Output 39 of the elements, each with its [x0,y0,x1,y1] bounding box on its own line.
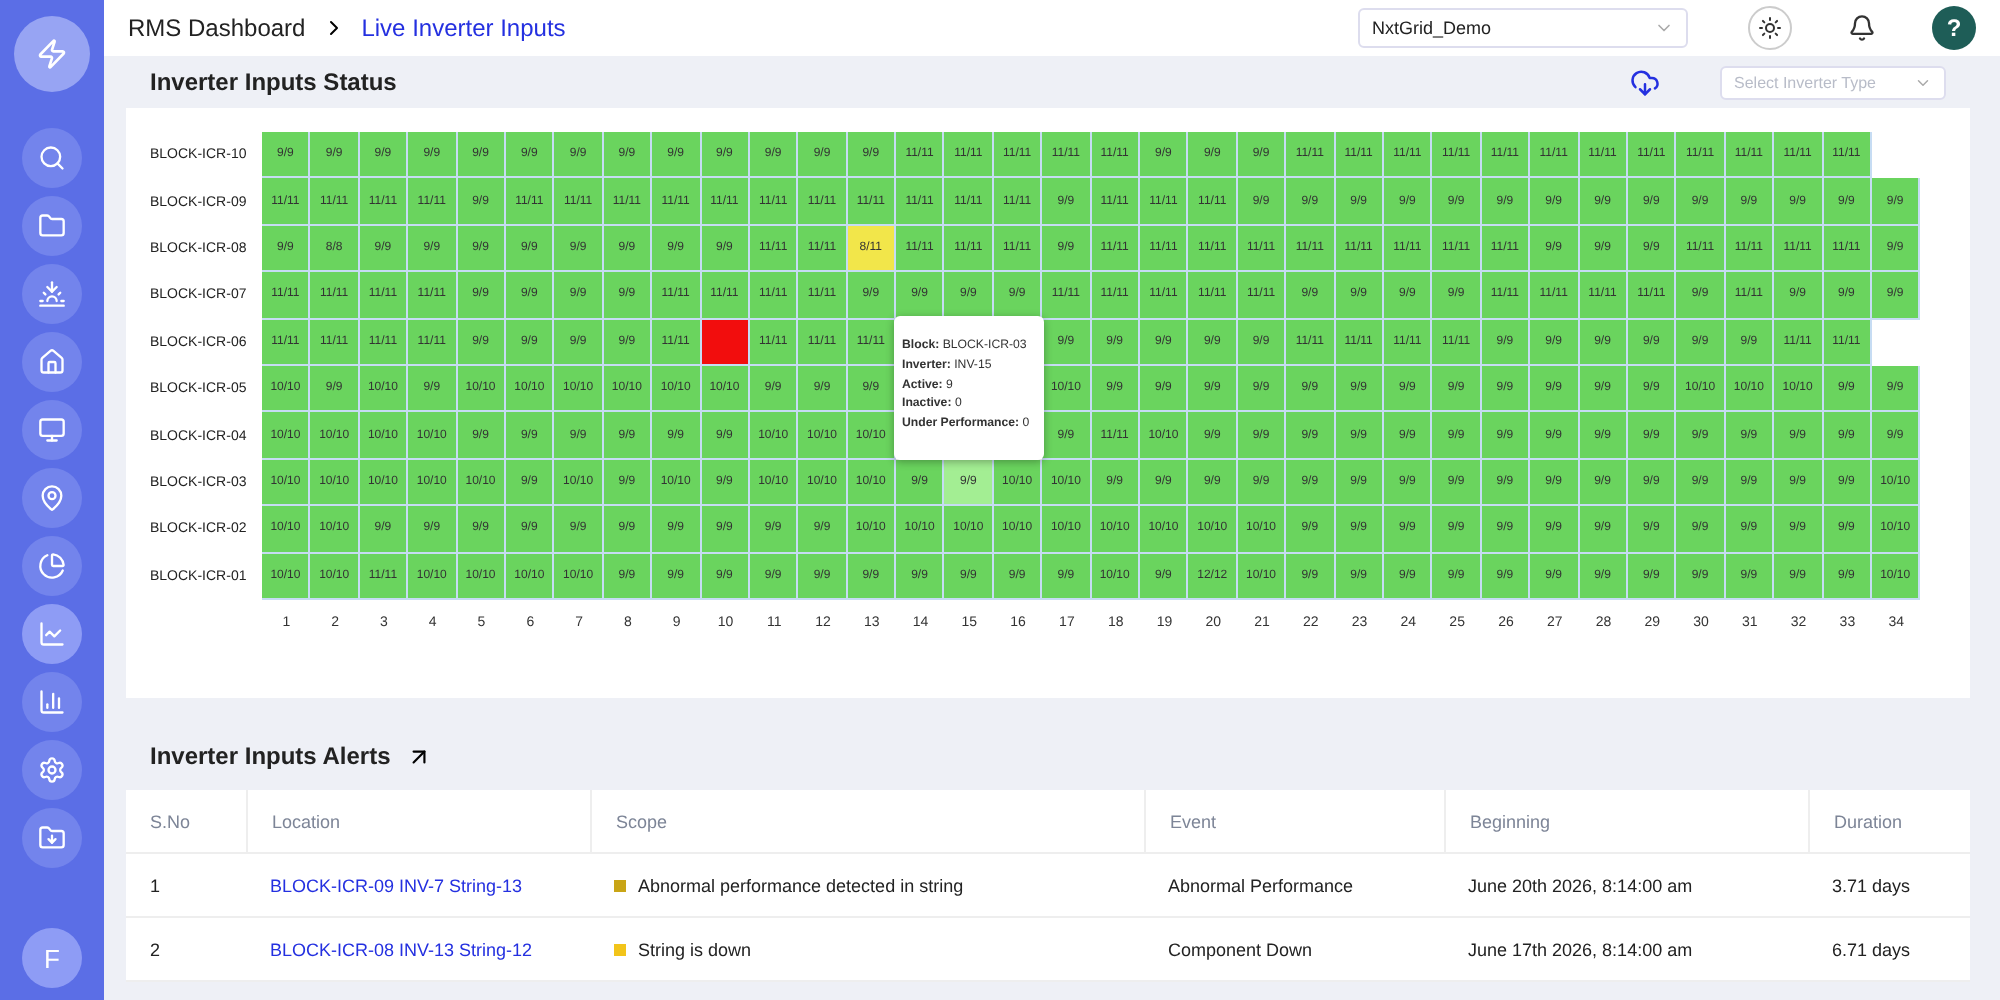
monitor-icon[interactable] [22,400,82,460]
folder-icon[interactable] [22,196,82,256]
section-title: Inverter Inputs Alerts [150,742,391,771]
location-link[interactable]: BLOCK-ICR-08 INV-13 String-12 [246,918,590,983]
column-header: Duration [1808,790,1970,855]
table-cell: 1 [126,854,246,919]
column-header: Beginning [1444,790,1808,855]
table-cell: June 20th 2026, 8:14:00 am [1444,854,1808,919]
table-cell: Abnormal Performance [1144,854,1444,919]
home-icon[interactable] [22,332,82,392]
line-chart-icon[interactable] [22,604,82,664]
sun-icon[interactable] [1748,6,1792,50]
sunset-icon[interactable] [22,264,82,324]
section-title: Inverter Inputs Status [150,68,397,96]
table-cell: 6.71 days [1808,918,1970,983]
location-link[interactable]: BLOCK-ICR-09 INV-7 String-13 [246,854,590,919]
cloud-download-icon[interactable] [1630,67,1660,97]
column-header: Event [1144,790,1444,855]
column-header: Scope [590,790,1144,855]
table-cell: 3.71 days [1808,854,1970,919]
status-cell[interactable] [701,319,750,366]
table-cell: Component Down [1144,918,1444,983]
help-button[interactable]: ? [1932,6,1976,50]
map-pin-icon[interactable] [22,468,82,528]
table-cell: June 17th 2026, 8:14:00 am [1444,918,1808,983]
search-icon[interactable] [22,128,82,188]
table-cell: 2 [126,918,246,983]
settings-icon[interactable] [22,740,82,800]
pie-chart-icon[interactable] [22,536,82,596]
site-select[interactable]: NxtGrid_Demo [1358,8,1688,48]
scope-text: Abnormal performance detected in string [638,875,964,896]
breadcrumb-link[interactable]: RMS Dashboard [128,14,306,42]
bar-chart-icon[interactable] [22,672,82,732]
folder-download-icon[interactable] [22,808,82,868]
breadcrumb-current: Live Inverter Inputs [361,14,566,42]
column-header: S.No [126,790,246,855]
lightning-logo-icon[interactable] [14,16,90,92]
scope-text: String is down [638,939,752,960]
column-header: Location [246,790,590,855]
